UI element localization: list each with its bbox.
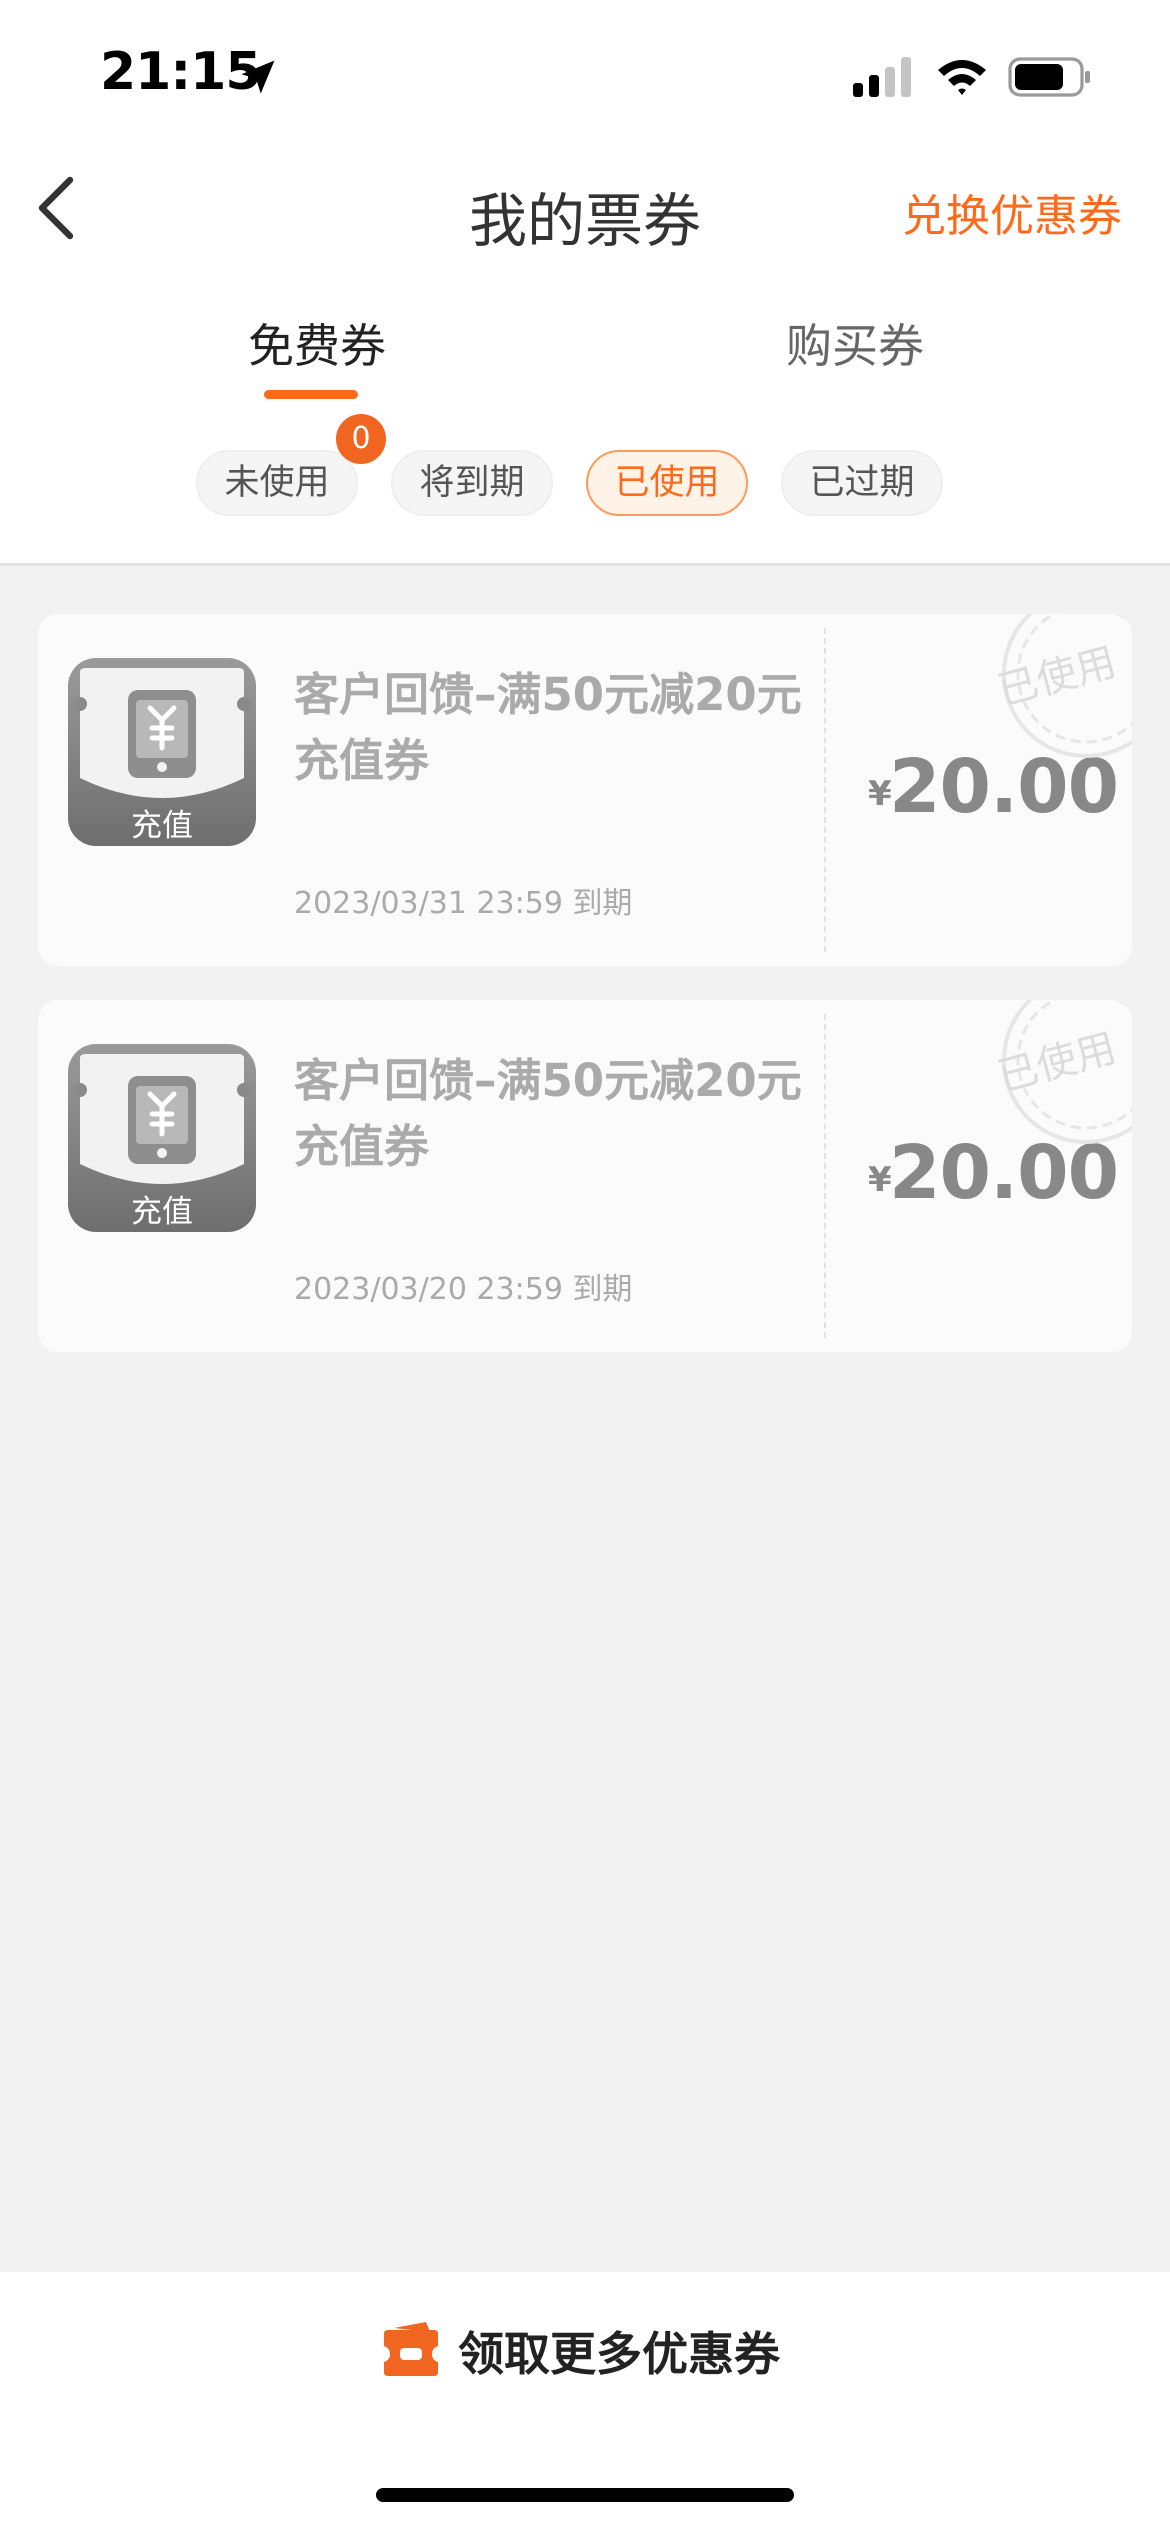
coupon-card[interactable]: 充值 客户回馈–满50元减20元充值券 2023/03/20 23:59 到期 … [38,1000,1132,1352]
filter-used[interactable]: 已使用 [586,450,748,516]
coupon-icon-label: 充值 [131,1194,193,1230]
coupon-ticket-icon[interactable] [380,2318,442,2380]
coupon-expiry-date: 2023/03/31 23:59 到期 [294,886,633,921]
coupon-title: 客户回馈–满50元减20元充值券 [294,668,802,787]
coupon-card[interactable]: 充值 客户回馈–满50元减20元充值券 2023/03/31 23:59 到期 … [38,614,1132,966]
home-indicator [376,2488,794,2502]
tab-purchased-coupons[interactable]: 购买券 [786,310,924,376]
coupon-expiry-date: 2023/03/20 23:59 到期 [294,1272,633,1307]
wifi-icon [938,60,986,95]
location-arrow-icon [241,60,275,94]
filter-expired[interactable]: 已过期 [781,450,943,516]
coupon-title: 客户回馈–满50元减20元充值券 [294,1054,802,1173]
filter-unused[interactable]: 未使用 [196,450,358,516]
coupon-icon-label: 充值 [131,808,193,844]
battery-icon [1008,57,1090,97]
get-more-coupons-button[interactable]: 领取更多优惠券 [458,2318,780,2384]
signal-icon [853,57,911,97]
tab-free-coupons[interactable]: 免费券 [248,310,386,376]
exchange-coupon-link[interactable]: 兑换优惠券 [902,180,1122,244]
unused-count-badge: 0 [336,414,386,464]
filter-expiring[interactable]: 将到期 [391,450,553,516]
active-tab-indicator [264,390,358,399]
coupon-divider [824,1014,826,1338]
coupon-divider [824,628,826,952]
